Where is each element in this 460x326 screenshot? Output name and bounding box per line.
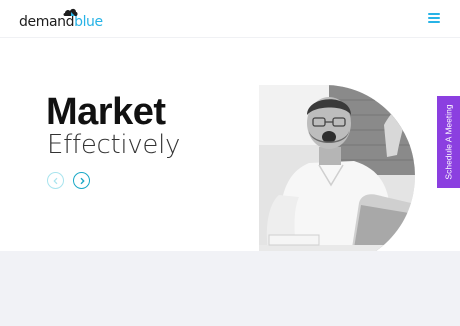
hero-photo [259, 85, 415, 267]
schedule-meeting-tab[interactable]: Schedule A Meeting [437, 96, 460, 188]
slider-next-button[interactable] [73, 172, 90, 189]
chevron-left-icon [52, 177, 57, 184]
hamburger-menu-icon[interactable] [428, 13, 440, 23]
hamburger-line [428, 21, 440, 23]
lower-section [0, 251, 460, 326]
site-header: demand blue [0, 0, 460, 38]
cloud-logo-icon [63, 8, 78, 16]
page: demand blue Market Effectively Schedule … [0, 0, 460, 326]
chevron-right-icon [79, 177, 85, 184]
schedule-meeting-label: Schedule A Meeting [443, 104, 454, 180]
hero-subtitle: Effectively [47, 130, 181, 160]
logo[interactable]: demand blue [19, 8, 103, 30]
hero-title: Market [46, 91, 166, 133]
slider-prev-button[interactable] [47, 172, 64, 189]
celebrating-man-image [259, 85, 415, 267]
hamburger-line [428, 13, 440, 15]
hamburger-line [428, 17, 440, 19]
hero-section: Market Effectively [0, 39, 460, 267]
